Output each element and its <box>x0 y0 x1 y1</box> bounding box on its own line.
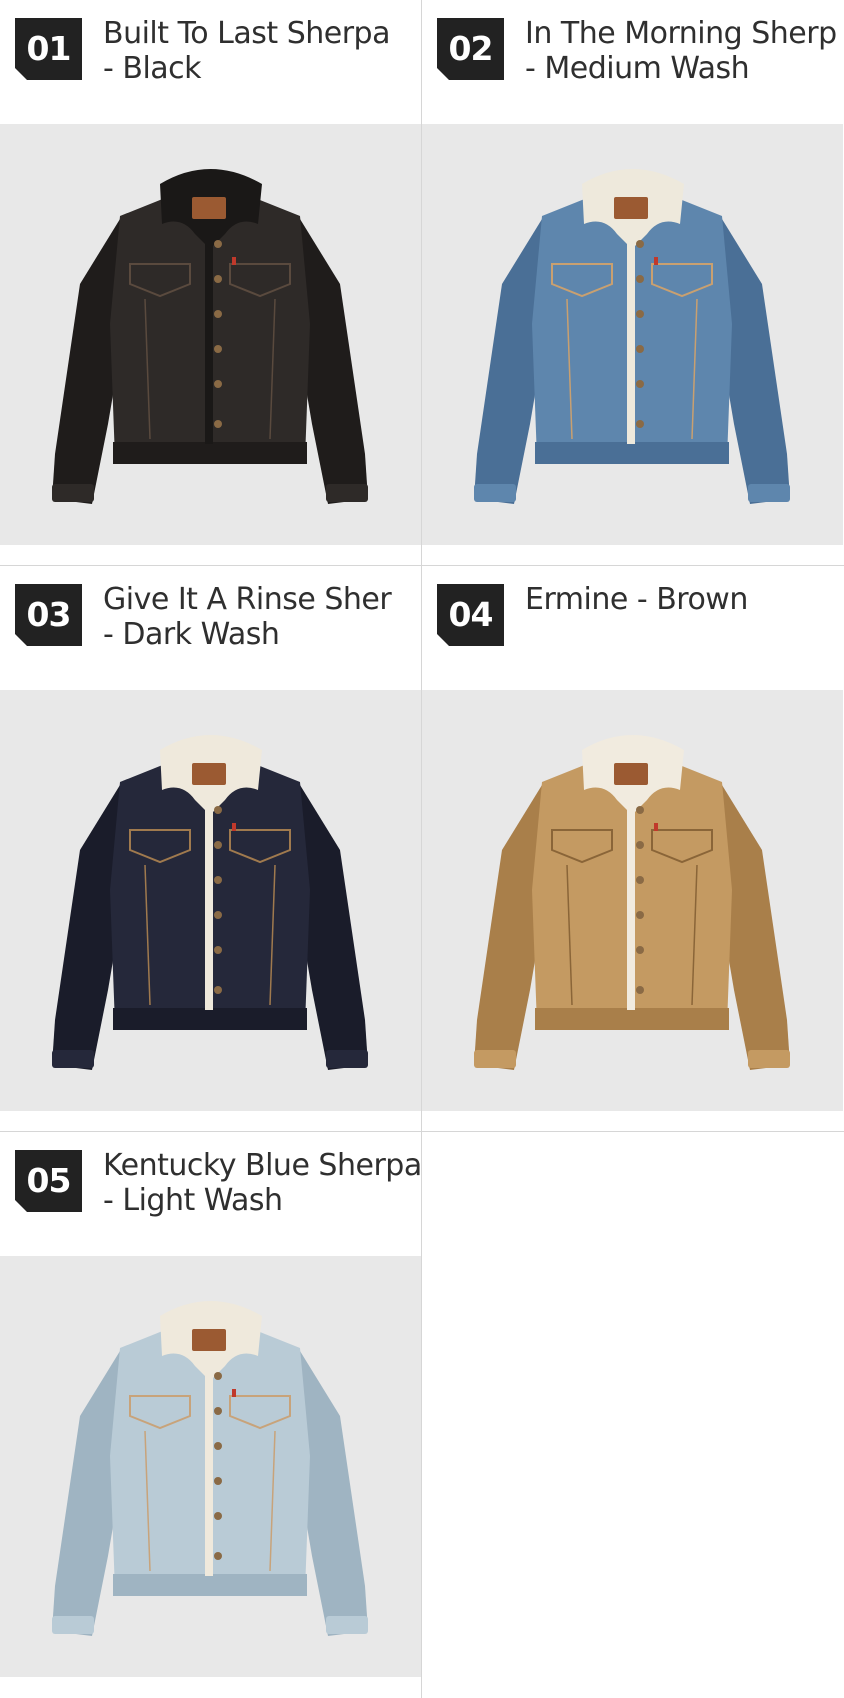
product-card-02[interactable]: 02 In The Morning Sherp - Medium Wash <box>422 0 843 545</box>
product-card-01[interactable]: 01 Built To Last Sherpa - Black <box>0 0 421 545</box>
product-title[interactable]: Kentucky Blue Sherpa - Light Wash <box>103 1148 422 1218</box>
product-card-04[interactable]: 04 Ermine - Brown <box>422 566 843 1111</box>
product-grid: 01 Built To Last Sherpa - Black 02 In Th… <box>0 0 844 1698</box>
product-title[interactable]: Give It A Rinse Sher - Dark Wash <box>103 582 413 652</box>
jacket-image <box>474 169 790 504</box>
product-title[interactable]: In The Morning Sherp - Medium Wash <box>525 16 837 86</box>
product-image[interactable] <box>422 124 843 545</box>
number-badge: 04 <box>437 584 504 646</box>
jacket-image <box>474 735 790 1070</box>
jacket-image <box>52 169 368 504</box>
product-card-03[interactable]: 03 Give It A Rinse Sher - Dark Wash <box>0 566 421 1111</box>
product-title[interactable]: Ermine - Brown <box>525 582 835 617</box>
jacket-image <box>52 1301 368 1636</box>
number-badge: 03 <box>15 584 82 646</box>
number-badge: 02 <box>437 18 504 80</box>
number-badge: 01 <box>15 18 82 80</box>
product-image[interactable] <box>0 1256 421 1677</box>
product-title[interactable]: Built To Last Sherpa - Black <box>103 16 413 86</box>
number-badge: 05 <box>15 1150 82 1212</box>
product-image[interactable] <box>0 690 421 1111</box>
product-image[interactable] <box>422 690 843 1111</box>
product-card-05[interactable]: 05 Kentucky Blue Sherpa - Light Wash <box>0 1132 422 1677</box>
jacket-image <box>52 735 368 1070</box>
product-image[interactable] <box>0 124 421 545</box>
